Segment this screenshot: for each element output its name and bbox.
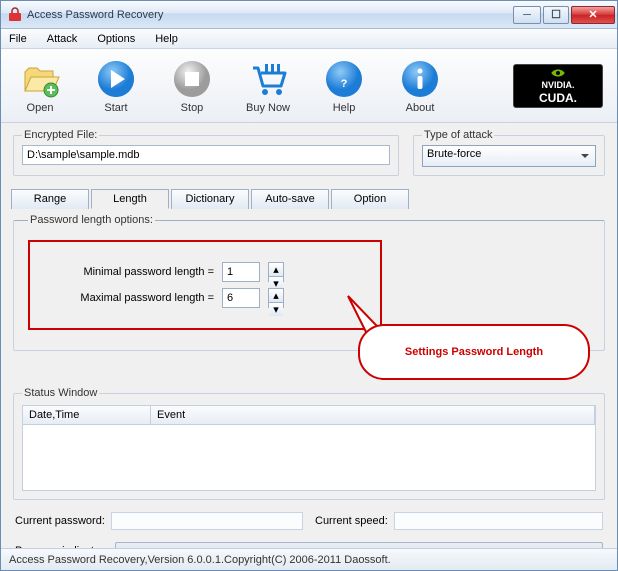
max-length-input[interactable]: [222, 288, 260, 308]
play-icon: [95, 58, 137, 100]
start-label: Start: [104, 102, 127, 114]
col-event[interactable]: Event: [151, 406, 595, 424]
highlight-box: Minimal password length = ▴▾ Maximal pas…: [28, 240, 382, 330]
cuda-brand: NVIDIA.: [541, 80, 574, 90]
callout-text: Settings Password Length: [405, 346, 543, 358]
menu-help[interactable]: Help: [151, 31, 182, 47]
open-label: Open: [27, 102, 54, 114]
about-label: About: [406, 102, 435, 114]
status-grid[interactable]: Date,Time Event: [22, 405, 596, 491]
svg-text:?: ?: [341, 78, 348, 90]
statusbar: Access Password Recovery,Version 6.0.0.1…: [1, 548, 617, 570]
start-button[interactable]: Start: [91, 58, 141, 114]
about-button[interactable]: About: [395, 58, 445, 114]
cuda-label: CUDA.: [539, 91, 577, 105]
menu-file[interactable]: File: [5, 31, 31, 47]
stop-label: Stop: [181, 102, 204, 114]
menu-options[interactable]: Options: [93, 31, 139, 47]
min-length-label: Minimal password length =: [54, 266, 214, 278]
content-area: Encrypted File: Type of attack Brute-for…: [1, 123, 617, 548]
maximize-button[interactable]: ☐: [543, 6, 569, 24]
cart-icon: [247, 58, 289, 100]
chevron-up-icon[interactable]: ▴: [269, 263, 283, 277]
encrypted-file-group: Encrypted File:: [13, 129, 399, 176]
encrypted-file-input[interactable]: [22, 145, 390, 165]
statusbar-text: Access Password Recovery,Version 6.0.0.1…: [9, 554, 391, 566]
folder-open-icon: [19, 58, 61, 100]
min-length-spinner[interactable]: ▴▾: [268, 262, 284, 282]
max-length-spinner[interactable]: ▴▾: [268, 288, 284, 308]
info-icon: [399, 58, 441, 100]
tab-length[interactable]: Length: [91, 189, 169, 209]
tab-dictionary[interactable]: Dictionary: [171, 189, 249, 209]
buy-label: Buy Now: [246, 102, 290, 114]
callout-bubble: Settings Password Length: [358, 324, 590, 380]
tab-strip: Range Length Dictionary Auto-save Option: [11, 188, 607, 208]
min-length-input[interactable]: [222, 262, 260, 282]
attack-type-legend: Type of attack: [422, 129, 494, 141]
open-button[interactable]: Open: [15, 58, 65, 114]
password-length-legend: Password length options:: [28, 214, 155, 226]
status-window-group: Status Window Date,Time Event: [13, 387, 605, 500]
help-button[interactable]: ? Help: [319, 58, 369, 114]
tab-autosave[interactable]: Auto-save: [251, 189, 329, 209]
app-icon: [7, 7, 23, 23]
tab-range[interactable]: Range: [11, 189, 89, 209]
current-password-value: [111, 512, 303, 530]
titlebar[interactable]: Access Password Recovery ─ ☐ ✕: [1, 1, 617, 29]
nvidia-eye-icon: [550, 67, 566, 79]
window-title: Access Password Recovery: [27, 9, 511, 21]
menu-attack[interactable]: Attack: [43, 31, 82, 47]
tab-option[interactable]: Option: [331, 189, 409, 209]
chevron-up-icon[interactable]: ▴: [269, 289, 283, 303]
chevron-down-icon[interactable]: ▾: [269, 303, 283, 316]
minimize-button[interactable]: ─: [513, 6, 541, 24]
menubar: File Attack Options Help: [1, 29, 617, 49]
help-label: Help: [333, 102, 356, 114]
col-datetime[interactable]: Date,Time: [23, 406, 151, 424]
attack-type-group: Type of attack Brute-force: [413, 129, 605, 176]
attack-type-select[interactable]: Brute-force: [422, 145, 596, 167]
app-window: Access Password Recovery ─ ☐ ✕ File Atta…: [0, 0, 618, 571]
buy-button[interactable]: Buy Now: [243, 58, 293, 114]
grid-header: Date,Time Event: [23, 406, 595, 425]
cuda-badge: NVIDIA. CUDA.: [513, 64, 603, 108]
stop-button[interactable]: Stop: [167, 58, 217, 114]
toolbar: Open Start Stop Buy Now ? Help About NVI…: [1, 49, 617, 123]
current-speed-label: Current speed:: [315, 515, 388, 527]
close-button[interactable]: ✕: [571, 6, 615, 24]
stop-icon: [171, 58, 213, 100]
attack-type-value: Brute-force: [427, 148, 481, 160]
max-length-label: Maximal password length =: [54, 292, 214, 304]
current-speed-value: [394, 512, 603, 530]
status-legend: Status Window: [22, 387, 99, 399]
help-icon: ?: [323, 58, 365, 100]
encrypted-file-legend: Encrypted File:: [22, 129, 99, 141]
current-password-label: Current password:: [15, 515, 105, 527]
password-length-group: Password length options: Minimal passwor…: [13, 214, 605, 351]
